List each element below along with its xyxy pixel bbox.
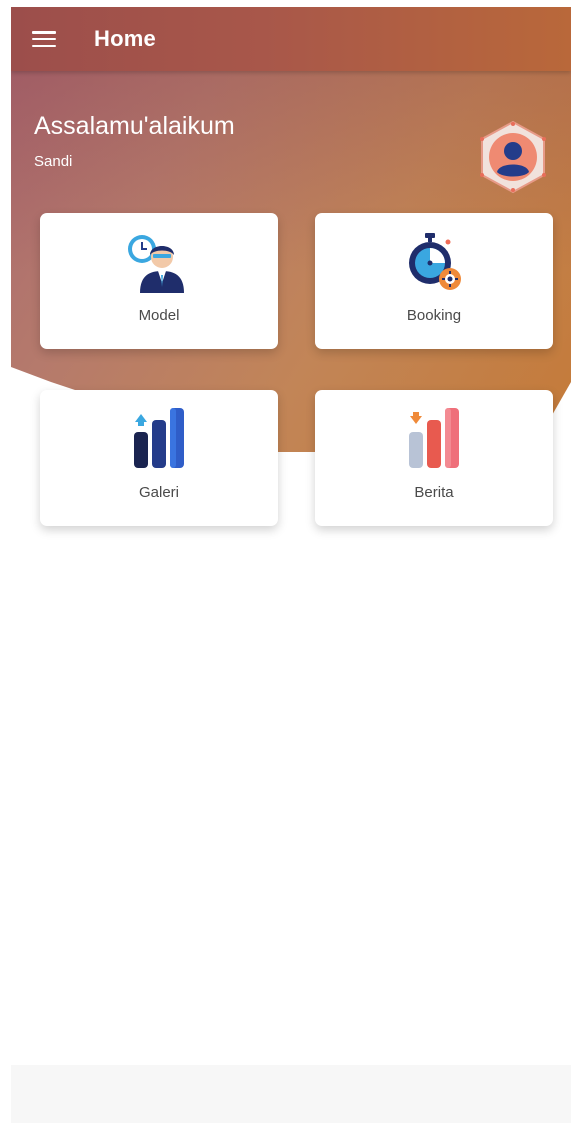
menu-label-booking: Booking bbox=[406, 307, 462, 324]
menu-label-model: Model bbox=[138, 307, 180, 324]
menu-label-berita: Berita bbox=[414, 484, 454, 501]
menu-card-berita[interactable]: Berita bbox=[315, 390, 553, 526]
booking-stopwatch-icon bbox=[399, 231, 469, 293]
gallery-bar-chart-icon bbox=[124, 408, 194, 470]
page-title: Home bbox=[94, 26, 156, 51]
menu-card-booking[interactable]: Booking bbox=[315, 213, 553, 349]
menu-card-model[interactable]: Model bbox=[40, 213, 278, 349]
model-person-clock-icon bbox=[124, 231, 194, 293]
news-bar-chart-icon bbox=[399, 408, 469, 470]
user-avatar-icon[interactable] bbox=[478, 120, 548, 194]
username-text: Sandi bbox=[34, 153, 73, 170]
bottom-bar bbox=[11, 1065, 571, 1123]
menu-card-galeri[interactable]: Galeri bbox=[40, 390, 278, 526]
hamburger-menu-icon[interactable] bbox=[32, 29, 56, 49]
app-bar: Home bbox=[11, 7, 571, 71]
menu-label-galeri: Galeri bbox=[138, 484, 179, 501]
home-screen: Home Assalamu'alaikum Sandi Model Bookin… bbox=[11, 7, 571, 1123]
greeting-text: Assalamu'alaikum bbox=[34, 112, 235, 140]
